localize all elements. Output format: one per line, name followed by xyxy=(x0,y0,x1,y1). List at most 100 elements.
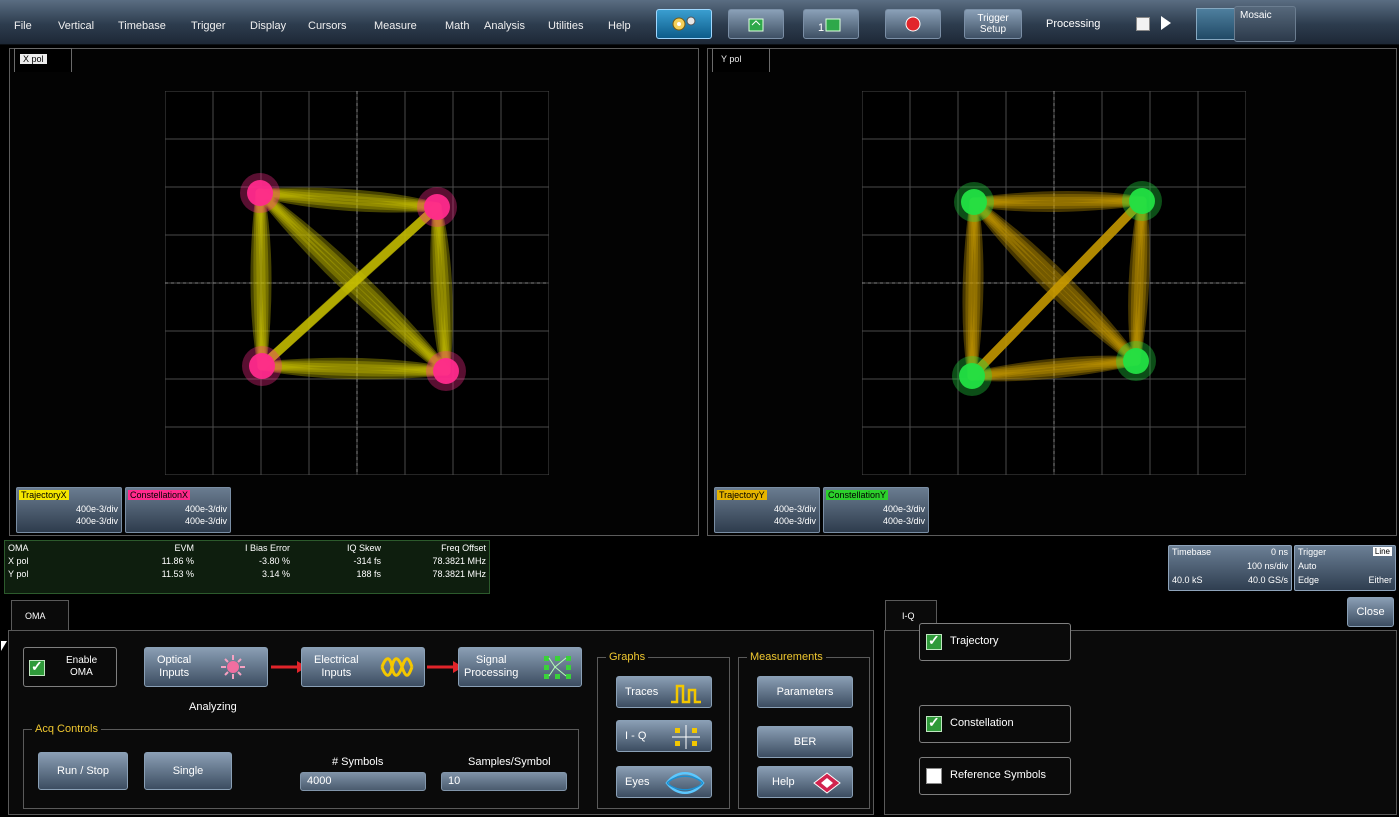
tab-y-pol[interactable]: Y pol xyxy=(712,48,770,72)
menu-cursors[interactable]: Cursors xyxy=(308,20,347,32)
single-button[interactable]: Single xyxy=(144,752,232,790)
trajectory-x-scale-1: 400e-3/div xyxy=(75,504,118,514)
single-trigger-icon: 1 xyxy=(818,18,841,34)
constellation-point xyxy=(247,180,273,206)
cell-skew: -314 fs xyxy=(353,555,381,566)
y-pol-constellation-descriptor[interactable]: ConstellationY 400e-3/div 400e-3/div xyxy=(823,487,929,533)
iq-tab-label: I-Q xyxy=(902,611,915,621)
timebase-descriptor[interactable]: Timebase 0 ns 100 ns/div 40.0 kS 40.0 GS… xyxy=(1168,545,1292,591)
menu-file[interactable]: File xyxy=(14,20,32,32)
trajectory-y-scale-2: 400e-3/div xyxy=(773,516,816,526)
tab-x-pol[interactable]: X pol xyxy=(14,48,72,72)
x-pol-panel: X pol TrajectoryX 400e-3/div 400e-3/div … xyxy=(9,48,699,536)
symbols-field[interactable]: 4000 xyxy=(300,772,426,791)
measurement-header-row: OMA EVM I Bias Error IQ Skew Freq Offset xyxy=(5,541,489,554)
x-pol-tab-label: X pol xyxy=(20,54,47,64)
row-label: X pol xyxy=(8,555,29,566)
reference-symbols-checkbox[interactable]: Reference Symbols xyxy=(919,757,1071,795)
measurements-title: Measurements xyxy=(747,651,826,663)
menu-display[interactable]: Display xyxy=(250,20,286,32)
trajectory-checkbox[interactable]: Trajectory xyxy=(919,623,1071,661)
iq-label: I - Q xyxy=(625,729,647,742)
timebase-rate: 40.0 GS/s xyxy=(1247,575,1288,585)
help-book-icon xyxy=(813,772,841,794)
constellation-checkbox[interactable]: Constellation xyxy=(919,705,1071,743)
eyes-button[interactable]: Eyes xyxy=(616,766,712,798)
oma-measurement-table: OMA EVM I Bias Error IQ Skew Freq Offset… xyxy=(4,540,490,594)
reference-symbols-check-icon[interactable] xyxy=(926,768,942,784)
eyes-label: Eyes xyxy=(625,775,650,788)
signal-processing-button[interactable]: Signal Processing xyxy=(458,647,582,687)
trigger-type: Edge xyxy=(1298,575,1320,585)
samples-per-symbol-field[interactable]: 10 xyxy=(441,772,567,791)
signal-line2: Processing xyxy=(464,667,519,679)
timebase-title: Timebase xyxy=(1172,547,1212,557)
close-button[interactable]: Close xyxy=(1347,597,1394,627)
table-row: Y pol 11.53 % 3.14 % 188 fs 78.3821 MHz xyxy=(5,567,489,580)
oma-dialog: Enable OMA Optical Inputs Electrical Inp… xyxy=(1,630,874,815)
oma-tab-label: OMA xyxy=(25,611,46,621)
constellation-x-tag: ConstellationX xyxy=(128,490,191,500)
stop-button[interactable] xyxy=(885,9,941,39)
parameters-button[interactable]: Parameters xyxy=(757,676,853,708)
auto-setup-button[interactable] xyxy=(728,9,784,39)
trigger-title: Trigger xyxy=(1298,547,1327,557)
cell-bias: 3.14 % xyxy=(261,568,290,579)
constellation-point xyxy=(959,363,985,389)
trigger-descriptor[interactable]: Trigger Line Auto Edge Either xyxy=(1294,545,1396,591)
optical-inputs-button[interactable]: Optical Inputs xyxy=(144,647,268,687)
ber-button[interactable]: BER xyxy=(757,726,853,758)
traces-button[interactable]: Traces xyxy=(616,676,712,708)
tab-oma[interactable]: OMA xyxy=(11,600,69,630)
menu-help[interactable]: Help xyxy=(608,20,631,32)
header-bias: I Bias Error xyxy=(244,542,290,553)
graphs-title: Graphs xyxy=(606,651,649,663)
header-skew: IQ Skew xyxy=(346,542,381,553)
trajectory-y-tag: TrajectoryY xyxy=(717,490,767,500)
y-pol-trajectory-descriptor[interactable]: TrajectoryY 400e-3/div 400e-3/div xyxy=(714,487,820,533)
constellation-point xyxy=(1129,188,1155,214)
trajectory-label: Trajectory xyxy=(950,635,999,647)
single-acquire-button[interactable]: 1 xyxy=(803,9,859,39)
oma-status-text: Analyzing xyxy=(189,701,237,713)
menu-timebase[interactable]: Timebase xyxy=(118,20,166,32)
analysis-gear-button[interactable] xyxy=(656,9,712,39)
optical-line2: Inputs xyxy=(159,667,190,679)
mosaic-button[interactable]: Mosaic xyxy=(1234,6,1296,42)
x-pol-constellation-descriptor[interactable]: ConstellationX 400e-3/div 400e-3/div xyxy=(125,487,231,533)
constellation-x-scale-1: 400e-3/div xyxy=(184,504,227,514)
svg-text:1: 1 xyxy=(818,22,824,34)
trace-pulse-icon xyxy=(671,684,701,704)
menu-measure[interactable]: Measure xyxy=(374,20,417,32)
cell-bias: -3.80 % xyxy=(258,555,290,566)
menu-math[interactable]: Math xyxy=(445,20,469,32)
trigger-setup-button[interactable]: Trigger Setup xyxy=(964,9,1022,39)
traces-label: Traces xyxy=(625,685,659,698)
mosaic-label: Mosaic xyxy=(1240,10,1272,21)
menu-vertical[interactable]: Vertical xyxy=(58,20,94,32)
enable-oma-check-icon[interactable] xyxy=(29,658,45,676)
enable-oma-checkbox[interactable]: Enable OMA xyxy=(23,647,117,687)
iq-button[interactable]: I - Q xyxy=(616,720,712,752)
menu-analysis[interactable]: Analysis xyxy=(484,20,525,32)
processing-stop-square-icon[interactable] xyxy=(1136,17,1150,31)
constellation-y-tag: ConstellationY xyxy=(826,490,889,500)
x-pol-iq-grid xyxy=(164,90,550,476)
constellation-x-scale-2: 400e-3/div xyxy=(184,516,227,526)
menu-utilities[interactable]: Utilities xyxy=(548,20,583,32)
display-layout-icon[interactable] xyxy=(1196,8,1236,40)
constellation-point xyxy=(424,194,450,220)
y-pol-iq-grid xyxy=(861,90,1247,476)
trajectory-check-icon[interactable] xyxy=(926,632,942,650)
electrical-inputs-button[interactable]: Electrical Inputs xyxy=(301,647,425,687)
play-icon[interactable] xyxy=(1161,16,1171,30)
menu-trigger[interactable]: Trigger xyxy=(191,20,225,32)
laser-icon xyxy=(221,655,245,679)
constellation-y-scale-1: 400e-3/div xyxy=(882,504,925,514)
x-pol-trajectory-descriptor[interactable]: TrajectoryX 400e-3/div 400e-3/div xyxy=(16,487,122,533)
measurements-group: Measurements Parameters BER Help xyxy=(738,651,870,809)
help-button[interactable]: Help xyxy=(757,766,853,798)
constellation-check-icon[interactable] xyxy=(926,714,942,732)
run-stop-button[interactable]: Run / Stop xyxy=(38,752,128,790)
header-evm: EVM xyxy=(174,542,194,553)
